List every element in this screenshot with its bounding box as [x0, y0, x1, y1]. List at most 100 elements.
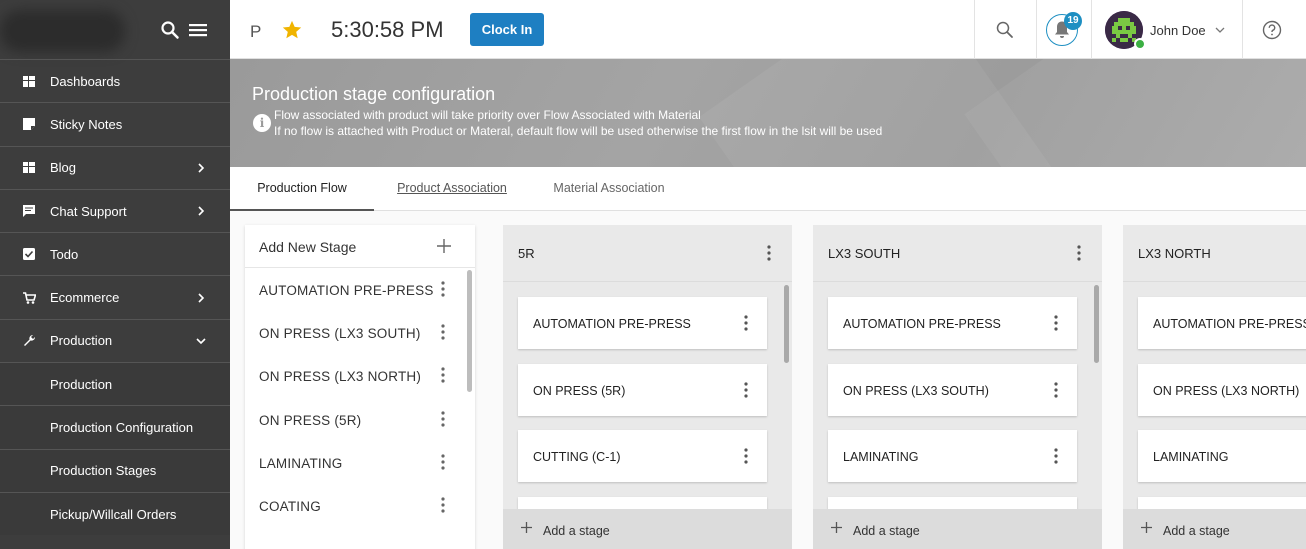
blog-icon: [22, 161, 36, 175]
page-banner: Production stage configuration i Flow as…: [230, 59, 1306, 167]
column-header: LX3 SOUTH: [813, 225, 1102, 282]
list-item[interactable]: ON PRESS (LX3 SOUTH): [245, 311, 475, 354]
stage-card[interactable]: ON PRESS (LX3 NORTH): [1138, 364, 1306, 416]
stage-card[interactable]: LAMINATING: [1138, 430, 1306, 482]
list-item[interactable]: COATING: [245, 484, 475, 527]
add-new-stage-header[interactable]: Add New Stage: [245, 225, 475, 268]
add-new-stage-label: Add New Stage: [259, 239, 357, 255]
list-item[interactable]: ON PRESS (5R): [245, 398, 475, 441]
sidebar-item-sticky-notes[interactable]: Sticky Notes: [0, 102, 230, 145]
clock-in-button[interactable]: Clock In: [470, 13, 544, 46]
page-title: Production stage configuration: [252, 84, 496, 104]
tab-production-flow[interactable]: Production Flow: [230, 167, 374, 211]
more-vert-icon[interactable]: [767, 245, 771, 261]
notification-count-badge: 19: [1064, 12, 1082, 30]
stage-label: ON PRESS (LX3 NORTH): [259, 369, 422, 385]
more-vert-icon[interactable]: [441, 324, 445, 340]
sidebar-item-todo[interactable]: Todo: [0, 232, 230, 275]
stage-card[interactable]: AUTOMATION PRE-PRESS: [1138, 297, 1306, 349]
more-vert-icon[interactable]: [744, 382, 748, 398]
checkbox-icon: [22, 247, 36, 261]
column-title: LX3 NORTH: [1138, 246, 1211, 261]
sidebar-subitem-production-configuration[interactable]: Production Configuration: [0, 405, 230, 449]
chat-icon: [22, 204, 36, 218]
stage-card[interactable]: LAMINATING: [828, 430, 1077, 482]
list-item[interactable]: AUTOMATION PRE-PRESS: [245, 268, 475, 311]
list-item[interactable]: LAMINATING: [245, 441, 475, 484]
sidebar-item-dashboards[interactable]: Dashboards: [0, 59, 230, 102]
help-icon[interactable]: [1262, 20, 1282, 40]
star-icon[interactable]: [281, 19, 303, 41]
stage-card-label: AUTOMATION PRE-PRESS: [533, 317, 691, 331]
flow-column-lx3-north: LX3 NORTH AUTOMATION PRE-PRESS ON PRESS …: [1123, 225, 1306, 549]
stage-card[interactable]: AUTOMATION PRE-PRESS: [828, 297, 1077, 349]
scrollbar[interactable]: [467, 270, 472, 392]
add-stage-button[interactable]: Add a stage: [1123, 509, 1306, 549]
stage-card-label: ON PRESS (5R): [533, 384, 626, 398]
flow-column-lx3-south: LX3 SOUTH AUTOMATION PRE-PRESS ON PRESS …: [813, 225, 1102, 549]
sidebar-subitem-production-stages[interactable]: Production Stages: [0, 448, 230, 492]
more-vert-icon[interactable]: [1077, 245, 1081, 261]
banner-info-line-1: Flow associated with product will take p…: [274, 108, 701, 122]
sidebar-subitem-label: Production Configuration: [50, 420, 194, 436]
stage-label: ON PRESS (5R): [259, 412, 362, 428]
flow-column-5r: 5R AUTOMATION PRE-PRESS ON PRESS (5R) CU…: [503, 225, 792, 549]
scrollbar[interactable]: [784, 285, 789, 363]
scrollbar[interactable]: [1094, 285, 1099, 363]
search-icon[interactable]: [160, 20, 180, 40]
stage-label: LAMINATING: [259, 455, 343, 471]
sidebar-item-chat-support[interactable]: Chat Support: [0, 188, 230, 232]
stage-card-label: LAMINATING: [843, 450, 919, 464]
stage-card[interactable]: ON PRESS (LX3 SOUTH): [828, 364, 1077, 416]
sidebar: Dashboards Sticky Notes Blog Chat Suppor…: [0, 0, 230, 549]
more-vert-icon[interactable]: [1054, 315, 1058, 331]
more-vert-icon[interactable]: [441, 281, 445, 297]
sidebar-item-production[interactable]: Production: [0, 318, 230, 362]
column-title: 5R: [518, 246, 535, 261]
tab-material-association[interactable]: Material Association: [544, 167, 674, 211]
stage-card-label: ON PRESS (LX3 NORTH): [1153, 384, 1300, 398]
divider: [1242, 0, 1243, 59]
note-icon: [22, 117, 36, 131]
add-stage-button[interactable]: Add a stage: [503, 509, 792, 549]
stage-card[interactable]: AUTOMATION PRE-PRESS: [518, 297, 767, 349]
list-item[interactable]: ON PRESS (LX3 NORTH): [245, 354, 475, 397]
search-icon[interactable]: [995, 20, 1015, 40]
flow-board: Add New Stage AUTOMATION PRE-PRESS ON PR…: [230, 211, 1306, 549]
tab-bar: Production Flow Product Association Mate…: [230, 167, 1306, 211]
more-vert-icon[interactable]: [744, 315, 748, 331]
user-name[interactable]: John Doe: [1150, 23, 1206, 38]
divider: [1091, 0, 1092, 59]
more-vert-icon[interactable]: [744, 448, 748, 464]
stage-card[interactable]: ON PRESS (5R): [518, 364, 767, 416]
more-vert-icon[interactable]: [441, 454, 445, 470]
more-vert-icon[interactable]: [441, 497, 445, 513]
column-header: LX3 NORTH: [1123, 225, 1306, 282]
more-vert-icon[interactable]: [441, 367, 445, 383]
column-title: LX3 SOUTH: [828, 246, 901, 261]
more-vert-icon[interactable]: [1054, 382, 1058, 398]
sidebar-item-ecommerce[interactable]: Ecommerce: [0, 275, 230, 318]
hamburger-menu-icon[interactable]: [188, 20, 208, 40]
chevron-right-icon: [198, 206, 205, 216]
stage-label: AUTOMATION PRE-PRESS: [259, 283, 434, 298]
dashboard-icon: [22, 74, 36, 88]
cart-icon: [22, 291, 36, 305]
sidebar-subitem-production[interactable]: Production: [0, 362, 230, 406]
stages-panel: Add New Stage AUTOMATION PRE-PRESS ON PR…: [245, 225, 475, 549]
stage-card-label: LAMINATING: [1153, 450, 1229, 464]
stage-label: COATING: [259, 498, 321, 514]
sidebar-item-blog[interactable]: Blog: [0, 145, 230, 189]
stage-card[interactable]: CUTTING (C-1): [518, 430, 767, 482]
more-vert-icon[interactable]: [1054, 448, 1058, 464]
divider: [1036, 0, 1037, 59]
add-stage-label: Add a stage: [543, 524, 610, 538]
banner-decoration: [964, 59, 1306, 167]
more-vert-icon[interactable]: [441, 410, 445, 427]
chevron-down-icon[interactable]: [1215, 26, 1225, 34]
p-label[interactable]: P: [250, 22, 261, 42]
tab-product-association[interactable]: Product Association: [390, 167, 514, 211]
plus-icon[interactable]: [437, 239, 451, 253]
add-stage-button[interactable]: Add a stage: [813, 509, 1102, 549]
sidebar-subitem-pickup-willcall-orders[interactable]: Pickup/Willcall Orders: [0, 491, 230, 536]
